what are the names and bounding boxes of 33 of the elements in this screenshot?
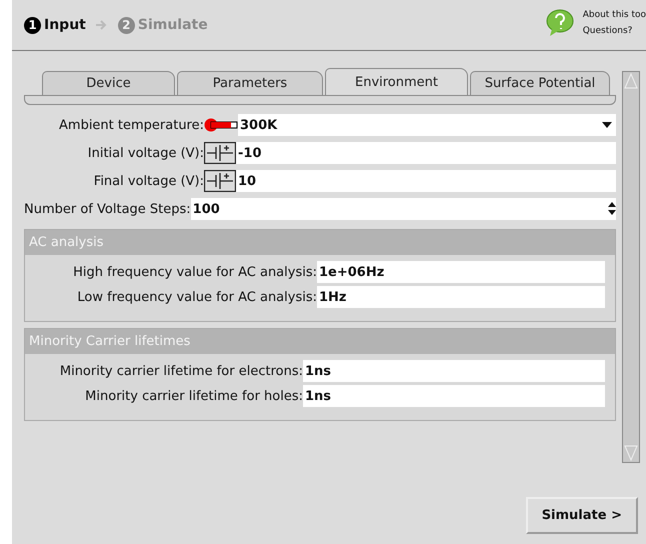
field-label: Ambient temperature: <box>58 118 204 132</box>
simulate-button[interactable]: Simulate > <box>526 497 638 534</box>
tab[interactable]: Environment <box>325 68 468 95</box>
arrow-icon <box>96 20 108 30</box>
voltage-field[interactable]: 10 <box>236 170 616 192</box>
field-label: Initial voltage (V): <box>86 146 204 160</box>
battery-icon <box>204 142 236 164</box>
step-item[interactable]: 1 Input <box>24 16 86 34</box>
section-header: AC analysis <box>25 230 615 255</box>
input-field[interactable]: 1ns <box>303 385 605 407</box>
battery-icon <box>204 170 236 192</box>
temperature-dropdown[interactable]: 300K <box>238 114 616 136</box>
field-label: High frequency value for AC analysis: <box>72 264 317 280</box>
steps-spinner[interactable]: 100 <box>190 198 616 220</box>
section-header: Minority Carrier lifetimes <box>25 329 615 354</box>
input-field[interactable]: 1e+06Hz <box>317 261 605 283</box>
tab[interactable]: Parameters <box>177 71 323 95</box>
input-field[interactable]: 1Hz <box>317 286 605 308</box>
thermometer-icon <box>204 118 238 132</box>
help-icon[interactable] <box>544 8 575 38</box>
tab[interactable]: Surface Potential <box>470 71 610 95</box>
field-label: Minority carrier lifetime for electrons: <box>58 364 303 378</box>
tab[interactable]: Device <box>42 71 175 95</box>
field-label: Final voltage (V): <box>92 174 204 188</box>
input-field[interactable]: 1ns <box>303 360 605 382</box>
voltage-field[interactable]: -10 <box>236 142 616 164</box>
about-link[interactable]: About this too <box>582 10 646 20</box>
dropdown-arrow-icon[interactable] <box>602 122 612 128</box>
questions-link[interactable]: Questions? <box>582 26 646 36</box>
spinner-icon[interactable] <box>608 201 616 217</box>
field-label: Minority carrier lifetime for holes: <box>84 388 303 404</box>
field-label: Low frequency value for AC analysis: <box>76 290 317 304</box>
field-label: Number of Voltage Steps: <box>24 202 191 216</box>
